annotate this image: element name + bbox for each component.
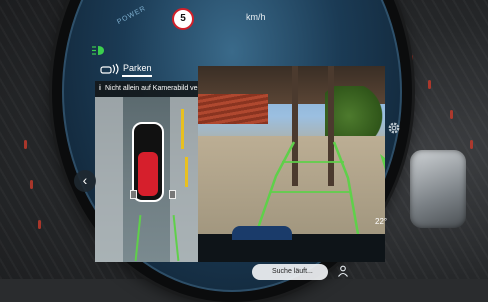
rear-bumper [232, 226, 292, 240]
temperature-readout: 22° [375, 217, 388, 226]
guide-line-left [134, 215, 142, 261]
speed-limit-sign: 5 [172, 8, 194, 30]
rear-guide-lines [254, 141, 385, 234]
rear-camera-view[interactable] [198, 66, 385, 234]
birds-eye-view[interactable] [95, 97, 198, 262]
seat-stitch [38, 220, 41, 229]
sensor-icon [130, 190, 137, 199]
person-icon[interactable] [337, 265, 349, 277]
seat-stitch [24, 140, 27, 149]
seat-stitch [30, 180, 33, 189]
sensor-icon [169, 190, 176, 199]
vehicle-body [138, 152, 158, 196]
search-status-text: Suche läuft... [272, 268, 313, 275]
proximity-marker-yellow [181, 109, 184, 149]
seat-stitch [470, 140, 473, 149]
seat-stitch [450, 110, 453, 119]
search-status-pill[interactable]: Suche läuft... [252, 264, 328, 280]
headlight-icon [92, 46, 104, 55]
info-icon: i [99, 85, 101, 92]
tab-active-indicator [122, 75, 152, 77]
proximity-marker-yellow [185, 157, 188, 187]
seat-stitch [410, 55, 413, 64]
gear-selector [410, 150, 466, 228]
speed-unit: km/h [246, 12, 266, 22]
bird-ground-left [95, 97, 123, 262]
gear-icon[interactable] [386, 120, 402, 136]
tab-parken[interactable]: Parken [123, 63, 152, 73]
seat-stitch [428, 80, 431, 89]
parking-assist-icon[interactable] [100, 63, 120, 75]
back-button[interactable]: ‹ [74, 170, 96, 192]
